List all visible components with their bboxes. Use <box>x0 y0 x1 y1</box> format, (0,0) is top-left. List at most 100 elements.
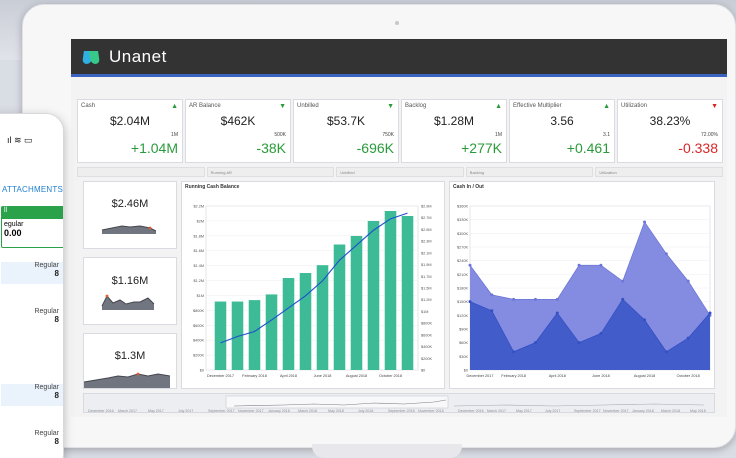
y-tick-label: $1M <box>197 294 204 298</box>
bar <box>333 244 346 370</box>
sparkline <box>101 294 155 310</box>
kpi-value: 3.56 <box>550 114 574 128</box>
spark-card[interactable]: $2.46M <box>83 181 177 249</box>
kpi-label: Unbilled <box>297 103 319 109</box>
y-tick-label: $2M <box>197 219 204 223</box>
timeline-label: March 2017 <box>118 409 137 413</box>
y2-tick-label: $400K <box>421 345 432 349</box>
row-value: 8 <box>54 391 59 400</box>
y2-tick-label: $2.9M <box>421 205 432 209</box>
y-tick-label: $0 <box>200 369 204 373</box>
y2-tick-label: $2.7M <box>421 216 432 220</box>
arrow-up-icon: ▲ <box>495 103 502 110</box>
kpi-difference: -0.338 <box>678 140 718 156</box>
x-tick-label: April 2018 <box>549 374 566 378</box>
kpi-card[interactable]: Utilization ▼ 38.23% 72.00% -0.338 <box>617 99 723 163</box>
timeline-navigator[interactable]: December 2016 March 2017 May 2017 July 2017… <box>83 393 715 413</box>
y-tick-label: $360K <box>457 205 468 209</box>
data-point <box>643 220 647 224</box>
y2-tick-label: $1.2M <box>421 298 432 302</box>
timeline-label: January 2018 <box>268 409 290 413</box>
x-tick-label: October 2018 <box>379 374 402 378</box>
bar <box>265 294 278 370</box>
y-tick-label: $2.2M <box>193 205 204 209</box>
kpi-card[interactable]: Unbilled ▼ $53.7K 750K -696K <box>293 99 399 163</box>
arrow-up-icon: ▲ <box>603 103 610 110</box>
timesheet-card[interactable]: ll egular 0.00 <box>1 206 63 248</box>
y-tick-label: $150K <box>457 300 468 304</box>
y2-tick-label: $1M <box>421 310 428 314</box>
running-cash-panel: Running Cash Balance $0 $200K $400K $600K $8… <box>181 181 445 389</box>
section-header: Running AR <box>206 167 335 177</box>
y-tick-label: $0 <box>464 369 468 373</box>
y2-tick-label: $2.3M <box>421 240 432 244</box>
list-item[interactable]: Regular 8 <box>1 384 63 406</box>
kpi-label: Effective Multiplier <box>513 103 562 109</box>
section-header: Unbilled <box>336 167 464 177</box>
y-tick-label: $60K <box>459 341 468 345</box>
bar <box>299 273 312 370</box>
timeline-label: May 2018 <box>328 409 344 413</box>
y2-tick-label: $200K <box>421 357 432 361</box>
arrow-down-icon: ▼ <box>279 103 286 110</box>
running-balance-line <box>220 212 408 344</box>
kpi-card[interactable]: Effective Multiplier ▲ 3.56 3.1 +0.461 <box>509 99 615 163</box>
signal-wifi-battery-icon: ıl ≋ ▭ <box>7 135 33 145</box>
phone-mockup: ıl ≋ ▭ ATTACHMENTS ll egular 0.00 Regula… <box>0 113 64 458</box>
kpi-card[interactable]: AR Balance ▼ $462K 500K -38K <box>185 99 291 163</box>
spark-card[interactable]: $1.16M <box>83 257 177 325</box>
attachments-tab[interactable]: ATTACHMENTS <box>2 185 63 194</box>
kpi-label: Cash <box>81 103 96 109</box>
kpi-reference: 1M <box>171 132 178 138</box>
y-tick-label: $400K <box>193 339 204 343</box>
list-item[interactable]: Regular 8 <box>1 262 63 284</box>
kpi-reference: 72.00% <box>701 132 718 138</box>
spark-card[interactable]: $1.3M <box>83 333 177 389</box>
y2-tick-label: $1.7M <box>421 275 432 279</box>
bar <box>248 300 261 370</box>
y-tick-label: $800K <box>193 309 204 313</box>
data-point <box>664 252 668 256</box>
camera-icon <box>395 21 399 25</box>
timeline-label: July 2017 <box>178 409 193 413</box>
kpi-difference: -38K <box>256 140 286 156</box>
data-point <box>664 350 668 354</box>
y2-tick-label: $600K <box>421 333 432 337</box>
kpi-reference: 750K <box>382 132 394 138</box>
kpi-card[interactable]: Cash ▲ $2.04M 1M +1.04M <box>77 99 183 163</box>
data-point <box>512 297 516 301</box>
timeline-label: May 2017 <box>148 409 164 413</box>
timeline-label: May 2017 <box>516 409 532 413</box>
row-value: 8 <box>54 437 59 446</box>
data-point <box>490 293 494 297</box>
sparkline <box>84 372 171 388</box>
data-point <box>621 279 625 283</box>
laptop-base <box>312 444 462 458</box>
y-tick-label: $300K <box>457 232 468 236</box>
x-tick-label: August 2018 <box>346 374 367 378</box>
kpi-reference: 500K <box>274 132 286 138</box>
row-label: Regular <box>34 384 59 391</box>
y2-tick-label: $0 <box>421 369 425 373</box>
timeline-preview-line <box>453 403 705 407</box>
kpi-label: AR Balance <box>189 103 221 109</box>
timeline-label: December 2016 <box>458 409 484 413</box>
data-point <box>686 336 690 340</box>
section-header: Utilization <box>595 167 723 177</box>
list-item[interactable]: Regular 8 <box>1 308 63 330</box>
list-item[interactable]: Regular 8 <box>1 430 63 452</box>
section-header: Backlog <box>465 167 594 177</box>
data-point <box>599 332 603 336</box>
arrow-down-icon: ▼ <box>711 103 718 110</box>
y2-tick-label: $2.1M <box>421 251 432 255</box>
data-point <box>468 300 472 304</box>
y-tick-label: $180K <box>457 287 468 291</box>
x-tick-label: August 2018 <box>634 374 655 378</box>
timeline-label: July 2017 <box>545 409 560 413</box>
kpi-label: Utilization <box>621 103 648 109</box>
timeline-label: March 2018 <box>298 409 317 413</box>
kpi-card[interactable]: Backlog ▲ $1.28M 1M +277K <box>401 99 507 163</box>
row-label: Regular <box>34 262 59 269</box>
kpi-difference: +277K <box>461 140 502 156</box>
timeline-label: November 2017 <box>603 409 629 413</box>
